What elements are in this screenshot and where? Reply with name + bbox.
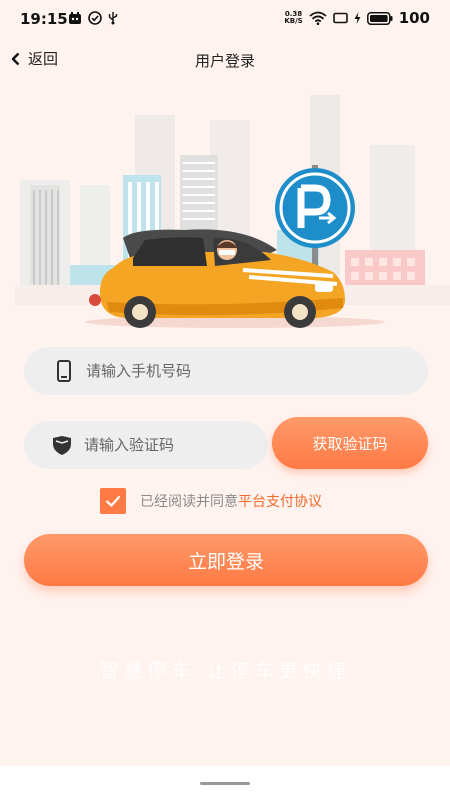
- charging-icon: [354, 12, 361, 24]
- status-notification-icons: [68, 11, 118, 25]
- get-code-button[interactable]: 获取验证码: [272, 417, 428, 469]
- status-time: 19:15: [20, 10, 68, 28]
- phone-input[interactable]: [84, 361, 428, 381]
- agreement-checkbox[interactable]: [100, 488, 126, 514]
- shield-icon: [53, 436, 71, 455]
- verification-code-field[interactable]: [24, 421, 268, 469]
- phone-icon: [57, 360, 71, 382]
- status-bar: 19:15 0.38 KB/S 100: [0, 0, 450, 38]
- app-notification-icon: [69, 11, 81, 24]
- gesture-bar: [0, 766, 450, 800]
- usb-icon: [108, 12, 118, 25]
- network-speed-unit: KB/S: [284, 17, 303, 25]
- check-icon: [105, 495, 121, 507]
- login-button[interactable]: 立即登录: [24, 534, 428, 586]
- back-label: 返回: [28, 50, 59, 68]
- status-right-group: 0.38 KB/S 100: [284, 9, 430, 27]
- agreement-row: 已经阅读并同意 平台支付协议: [100, 488, 322, 514]
- verification-code-input[interactable]: [82, 435, 268, 455]
- home-indicator[interactable]: [200, 782, 250, 785]
- back-button[interactable]: 返回: [10, 48, 58, 69]
- network-speed: 0.38 KB/S: [284, 11, 302, 25]
- battery-icon: [366, 11, 393, 25]
- screen-icon: [332, 12, 348, 24]
- nav-bar: 返回 用户登录: [0, 40, 450, 80]
- wifi-icon: [309, 11, 327, 25]
- chevron-left-icon: [11, 52, 20, 65]
- battery-level: 100: [398, 9, 430, 27]
- slogan: 智慧停车 让停车更快捷: [99, 660, 351, 682]
- check-circle-icon: [88, 11, 102, 25]
- page-title: 用户登录: [194, 52, 255, 70]
- hero-illustration: [15, 95, 450, 328]
- payment-agreement-link[interactable]: 平台支付协议: [238, 491, 322, 511]
- agreement-text: 已经阅读并同意: [140, 494, 238, 510]
- phone-field[interactable]: [24, 347, 428, 395]
